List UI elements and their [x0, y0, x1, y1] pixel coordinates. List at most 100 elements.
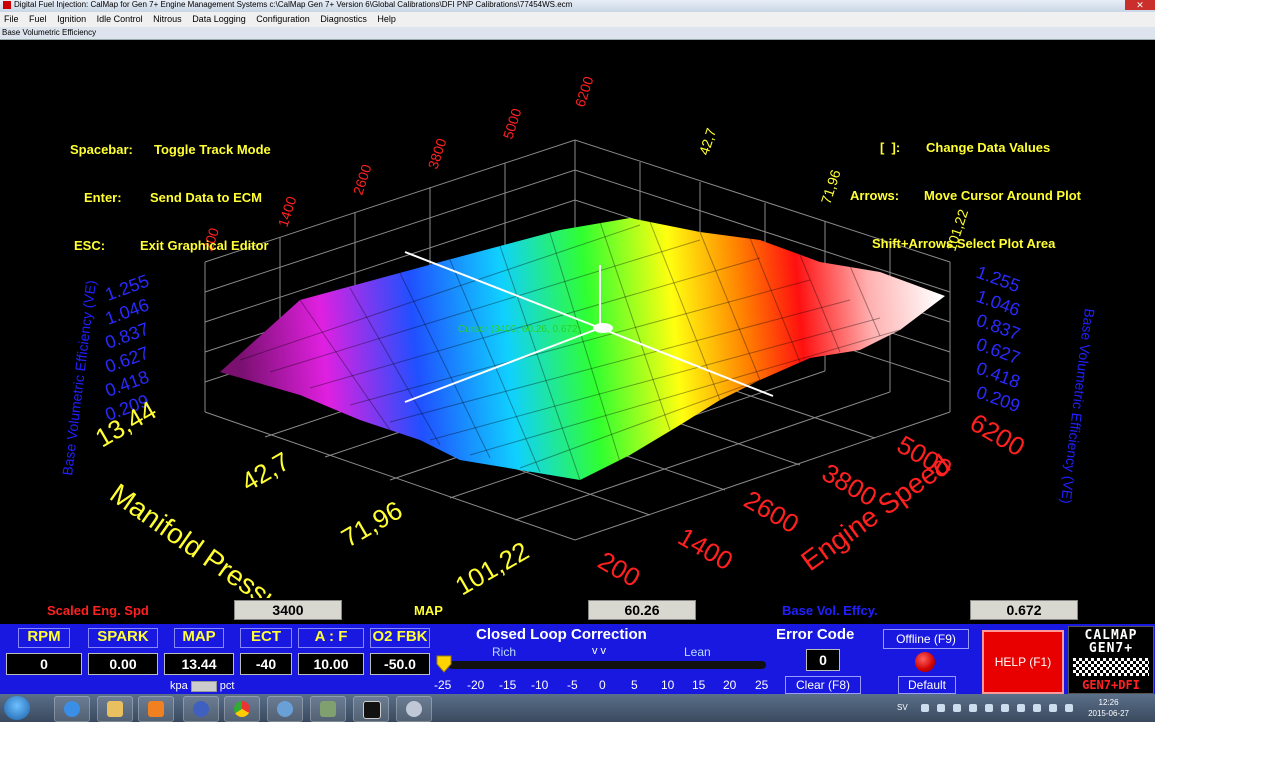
help-text-right: [ ]: Change Data Values Arrows: Move Curso… — [850, 108, 1081, 284]
help-key: [ ]: — [880, 140, 901, 155]
rpm-front-tick: 1400 — [673, 521, 738, 576]
gauge-label: A : F — [314, 628, 348, 645]
scale-tick: 0 — [599, 678, 606, 692]
scale-tick: -15 — [499, 678, 517, 692]
map-readout-value: 60.26 — [588, 600, 696, 620]
gauge-air-fuel: A : F 10.00 — [298, 628, 364, 675]
logo-line3: GEN7+DFI — [1082, 678, 1140, 692]
map-front-tick: 101,22 — [450, 535, 534, 601]
help-text-left: Spacebar: Toggle Track Mode Enter: Send Da… — [70, 110, 271, 286]
gauge-o2-feedback: O2 FBK -50.0 — [370, 628, 430, 675]
gauge-value: -50.0 — [370, 653, 430, 675]
gauge-label: MAP — [182, 628, 216, 645]
ve-readout-value: 0.672 — [970, 600, 1078, 620]
menu-data-logging[interactable]: Data Logging — [188, 12, 250, 26]
units-pct-label: pct — [219, 680, 235, 692]
units-kpa-label: kpa — [170, 680, 188, 692]
scale-tick: -10 — [531, 678, 549, 692]
menu-idle-control[interactable]: Idle Control — [93, 12, 147, 26]
app-icon — [3, 1, 11, 9]
system-tray: SV 12:26 2015-06-27 — [883, 694, 1153, 722]
ve-surface[interactable]: Cursor (3400, 60.26, 0.672) — [220, 218, 945, 481]
help-desc: Move Cursor Around Plot — [924, 188, 1081, 203]
taskbar-explorer-icon[interactable] — [97, 696, 133, 722]
closed-loop-scale: -25 -20 -15 -10 -5 0 5 10 15 20 25 — [432, 678, 772, 692]
taskbar-tools-icon[interactable] — [396, 696, 432, 722]
help-desc: Shift+Arrows Select Plot Area — [872, 236, 1056, 251]
start-button-icon[interactable] — [4, 696, 30, 720]
scale-tick: 10 — [661, 678, 675, 692]
error-code-value: 0 — [806, 649, 840, 671]
taskbar-app-icon[interactable] — [183, 696, 219, 722]
rpm-top-tick: 3800 — [425, 136, 450, 171]
menu-fuel[interactable]: Fuel — [25, 12, 51, 26]
scale-tick: 20 — [723, 678, 737, 692]
taskbar-ie-icon[interactable] — [54, 696, 90, 722]
rpm-axis-label: Engine Speed — [795, 448, 956, 576]
units-switch[interactable] — [190, 680, 217, 692]
map-readout-label: MAP — [414, 603, 443, 618]
taskbar-calmap-icon[interactable] — [353, 696, 389, 722]
tray-icon — [1001, 704, 1009, 712]
z-axis-label-left: Base Volumetric Efficiency (VE) — [59, 279, 99, 476]
tray-icon — [953, 704, 961, 712]
system-clock[interactable]: 12:26 2015-06-27 — [1088, 697, 1129, 719]
closed-loop-title: Closed Loop Correction — [476, 626, 647, 643]
logo-line2: GEN7+ — [1088, 641, 1134, 656]
help-key: Arrows: — [850, 188, 900, 203]
help-desc: Toggle Track Mode — [154, 142, 271, 157]
tray-icon — [985, 704, 993, 712]
map-front-tick: 42,7 — [236, 446, 295, 497]
taskbar-media-icon[interactable] — [138, 696, 174, 722]
help-desc: Exit Graphical Editor — [140, 238, 269, 253]
close-button[interactable]: ✕ — [1125, 0, 1155, 10]
units-toggle[interactable]: kpa pct — [170, 680, 234, 692]
default-button[interactable]: Default — [898, 676, 956, 694]
help-desc: Change Data Values — [926, 140, 1051, 155]
gauge-label: RPM — [27, 628, 61, 645]
error-code-title: Error Code — [776, 626, 855, 643]
closed-loop-rich-label: Rich — [492, 645, 517, 659]
help-key: ESC: — [74, 238, 106, 253]
gauge-value: -40 — [240, 653, 292, 675]
cursor-label: Cursor (3400, 60.26, 0.672) — [458, 324, 581, 335]
rpm-front-tick: 200 — [593, 545, 646, 593]
tray-icon — [969, 704, 977, 712]
offline-button[interactable]: Offline (F9) — [883, 629, 969, 649]
window-title: Digital Fuel Injection: CalMap for Gen 7… — [14, 0, 573, 9]
rpm-front-tick: 2600 — [739, 484, 804, 539]
rpm-front-tick: 6200 — [965, 407, 1030, 462]
windows-taskbar: SV 12:26 2015-06-27 — [0, 694, 1155, 722]
menu-configuration[interactable]: Configuration — [252, 12, 314, 26]
rpm-top-tick: 5000 — [500, 106, 525, 141]
gauge-label: O2 FBK — [372, 628, 428, 645]
gauge-value: 0 — [6, 653, 82, 675]
language-indicator[interactable]: SV — [897, 703, 908, 712]
clock-time: 12:26 — [1098, 698, 1119, 707]
tray-icon — [1033, 704, 1041, 712]
menu-ignition[interactable]: Ignition — [53, 12, 90, 26]
scale-tick: 5 — [631, 678, 638, 692]
gauge-ect: ECT -40 — [240, 628, 292, 675]
menu-nitrous[interactable]: Nitrous — [149, 12, 186, 26]
z-ticks-right: 1.255 1.046 0.837 0.627 0.418 0.209 — [974, 262, 1023, 416]
gauge-value: 0.00 — [88, 653, 158, 675]
application-window: Digital Fuel Injection: CalMap for Gen 7… — [0, 0, 1155, 722]
tray-icon — [1049, 704, 1057, 712]
taskbar-chrome-icon[interactable] — [224, 696, 260, 722]
scale-tick: -20 — [467, 678, 485, 692]
menu-diagnostics[interactable]: Diagnostics — [316, 12, 371, 26]
help-button[interactable]: HELP (F1) — [982, 630, 1064, 694]
cursor-readouts: Scaled Eng. Spd 3400 MAP 60.26 Base Vol.… — [0, 598, 1155, 622]
menu-file[interactable]: File — [0, 12, 23, 26]
taskbar-network-icon[interactable] — [267, 696, 303, 722]
menu-help[interactable]: Help — [373, 12, 400, 26]
menu-bar: File Fuel Ignition Idle Control Nitrous … — [0, 12, 1155, 27]
map-top-tick: 42,7 — [696, 126, 720, 157]
taskbar-settings-icon[interactable] — [310, 696, 346, 722]
gauge-label: ECT — [251, 628, 281, 645]
clear-error-button[interactable]: Clear (F8) — [785, 676, 861, 694]
ve-3d-plot[interactable]: Cursor (3400, 60.26, 0.672) 200 1400 260… — [0, 40, 1155, 622]
gauge-map: MAP 13.44 — [164, 628, 234, 675]
closed-loop-indicator-icon — [436, 655, 452, 673]
